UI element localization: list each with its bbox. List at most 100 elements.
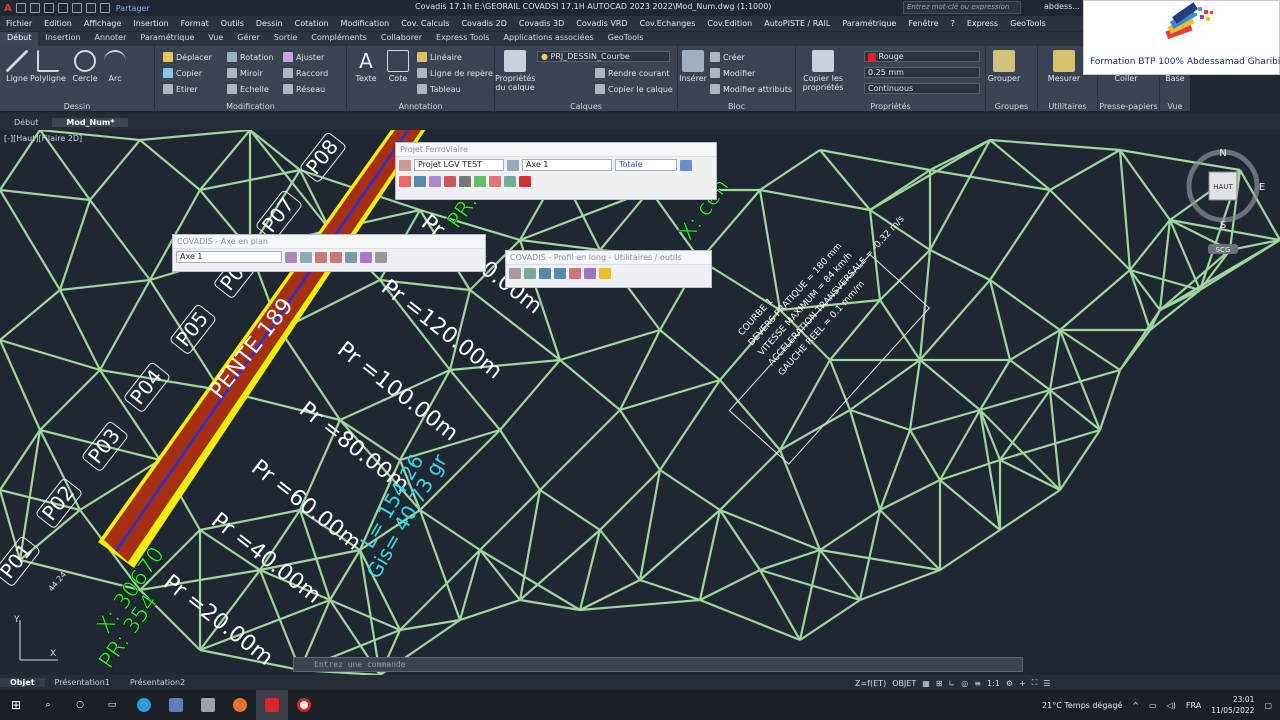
linetype-select[interactable]: Continuous <box>864 83 980 94</box>
grouper-button[interactable]: Grouper <box>987 50 1021 83</box>
viewport-label[interactable]: [-][Haut][Filaire 2D] <box>4 134 82 143</box>
coller-button[interactable]: Coller <box>1108 74 1144 83</box>
arc-button[interactable]: Arc <box>100 50 130 83</box>
ribbon-tab-8[interactable]: Collaborer <box>374 32 429 46</box>
autocad-button[interactable] <box>256 690 288 720</box>
language-indicator[interactable]: FRA <box>1186 701 1201 710</box>
modifier-button[interactable]: Modifier <box>710 68 755 78</box>
copier-proprietes-button[interactable]: Copier les propriétés <box>800 50 846 92</box>
help-icon[interactable] <box>519 175 531 187</box>
proprietes-calque-button[interactable]: Propriétés du calque <box>495 50 535 92</box>
modifier-attributs-button[interactable]: Modifier attributs <box>710 84 792 94</box>
raccord-button[interactable]: Raccord <box>283 68 328 78</box>
mesurer-button[interactable]: Mesurer <box>1042 50 1086 83</box>
document-tab-0[interactable]: Début <box>0 118 52 127</box>
command-line[interactable]: Entrez une commande <box>293 657 1023 672</box>
palette-title[interactable]: Projet Ferroviaire <box>396 143 716 157</box>
menu-item-0[interactable]: Fichier <box>0 19 38 28</box>
profil-tool-icon-3[interactable] <box>539 267 551 279</box>
tray-expand-icon[interactable]: ^ <box>1132 701 1139 710</box>
firefox-button[interactable] <box>224 690 256 720</box>
recorder-button[interactable] <box>288 690 320 720</box>
panel-label-modification[interactable]: Modification <box>155 102 346 111</box>
projet-select[interactable]: Projet LGV TEST <box>414 159 504 171</box>
lineweight-select[interactable]: 0.25 mm <box>864 67 980 78</box>
ribbon-tab-2[interactable]: Annoter <box>88 32 134 46</box>
rotation-button[interactable]: Rotation <box>227 52 273 62</box>
lineaire-button[interactable]: Linéaire <box>417 52 462 62</box>
ribbon-tab-3[interactable]: Paramétrique <box>133 32 201 46</box>
layout-tab-2[interactable]: Présentation2 <box>120 678 195 687</box>
autocad-logo-icon[interactable]: A <box>4 3 12 14</box>
ribbon-tab-7[interactable]: Compléments <box>304 32 374 46</box>
menu-item-5[interactable]: Outils <box>215 19 250 28</box>
search-button[interactable]: ⌕ <box>32 690 64 720</box>
layer-select[interactable]: ● PRJ_DESSIN_Courbe <box>537 51 670 62</box>
menu-item-20[interactable]: GeoTools <box>1004 19 1052 28</box>
menu-item-8[interactable]: Modification <box>334 19 395 28</box>
tool-icon-1[interactable] <box>399 175 411 187</box>
polyligne-button[interactable]: Polyligne <box>30 50 66 83</box>
osnap-objet-toggle[interactable]: OBJET <box>892 679 916 688</box>
ribbon-tab-5[interactable]: Gérer <box>230 32 266 46</box>
axe-tool-icon-4[interactable] <box>330 251 342 263</box>
print-icon[interactable] <box>71 3 82 13</box>
cote-button[interactable]: Cote <box>383 50 413 83</box>
reseau-button[interactable]: Réseau <box>283 84 325 94</box>
tool-icon-2[interactable] <box>414 175 426 187</box>
menu-item-19[interactable]: Express <box>961 19 1004 28</box>
tool-icon-5[interactable] <box>459 175 471 187</box>
copier-button[interactable]: Copier <box>163 68 202 78</box>
ribbon-tab-10[interactable]: Applications associées <box>497 32 601 46</box>
compass-east[interactable]: E <box>1259 182 1265 193</box>
miroir-button[interactable]: Miroir <box>227 68 263 78</box>
tool-icon-8[interactable] <box>504 175 516 187</box>
menu-item-12[interactable]: Covadis VRD <box>570 19 633 28</box>
axe-tool-icon-1[interactable] <box>285 251 297 263</box>
search-input[interactable]: Entrez mot-clé ou expression <box>903 1 1021 14</box>
settings-gear-icon[interactable]: ⚙ <box>1006 679 1013 688</box>
ortho-icon[interactable]: ∟ <box>949 679 956 688</box>
menu-item-3[interactable]: Insertion <box>127 19 174 28</box>
panel-label-calques[interactable]: Calques <box>495 102 677 111</box>
panel-label-groupes[interactable]: Groupes <box>986 102 1037 111</box>
command-input[interactable]: Entrez une commande <box>314 660 406 669</box>
inserer-button[interactable]: Insérer <box>678 50 708 83</box>
menu-item-1[interactable]: Edition <box>38 19 78 28</box>
menu-item-2[interactable]: Affichage <box>78 19 128 28</box>
axe-tool-icon-5[interactable] <box>345 251 357 263</box>
panel-label-vue[interactable]: Vue <box>1160 102 1190 111</box>
menu-item-9[interactable]: Cov. Calculs <box>395 19 455 28</box>
new-file-icon[interactable] <box>15 3 26 13</box>
z-mode-toggle[interactable]: Z=f(ET) <box>855 679 886 688</box>
profil-tool-icon-6[interactable] <box>584 267 596 279</box>
tool-icon-3[interactable] <box>429 175 441 187</box>
redo-icon[interactable] <box>99 3 110 13</box>
app-button-2[interactable] <box>192 690 224 720</box>
menu-item-10[interactable]: Covadis 2D <box>455 19 512 28</box>
profil-tool-icon-1[interactable] <box>509 267 521 279</box>
profil-tool-icon-2[interactable] <box>524 267 536 279</box>
axe-tool-icon-7[interactable] <box>375 251 387 263</box>
drawing-canvas[interactable]: P01 P02 P03 P04 P05 P06 P07 P08 Pr =20.00m Pr =40… <box>0 130 1280 675</box>
cortana-button[interactable]: ○ <box>64 690 96 720</box>
notification-icon[interactable]: ▢ <box>1264 701 1272 710</box>
ribbon-tab-11[interactable]: GeoTools <box>601 32 651 46</box>
panel-label-utilitaires[interactable]: Utilitaires <box>1038 102 1097 111</box>
texte-button[interactable]: A Texte <box>351 50 381 83</box>
menu-item-14[interactable]: Cov.Edition <box>701 19 758 28</box>
lineweight-icon[interactable]: ≡ <box>974 679 981 688</box>
menu-item-4[interactable]: Format <box>175 19 215 28</box>
network-icon[interactable]: ▭ <box>1149 701 1157 710</box>
creer-button[interactable]: Créer <box>710 52 745 62</box>
axe-tool-icon-2[interactable] <box>300 251 312 263</box>
save-icon[interactable] <box>43 3 54 13</box>
drawing-svg[interactable]: P01P02P03P04P05P06P07P08Pr =20.00mPr =40… <box>0 130 1280 675</box>
edge-button[interactable] <box>128 690 160 720</box>
grid-icon[interactable]: ▦ <box>922 679 930 688</box>
panel-label-dessin[interactable]: Dessin <box>0 102 154 111</box>
menu-item-17[interactable]: Fenêtre <box>902 19 944 28</box>
profil-tool-icon-4[interactable] <box>554 267 566 279</box>
compass-north[interactable]: N <box>1219 148 1226 159</box>
fullscreen-icon[interactable]: ⛶ <box>1032 678 1038 688</box>
